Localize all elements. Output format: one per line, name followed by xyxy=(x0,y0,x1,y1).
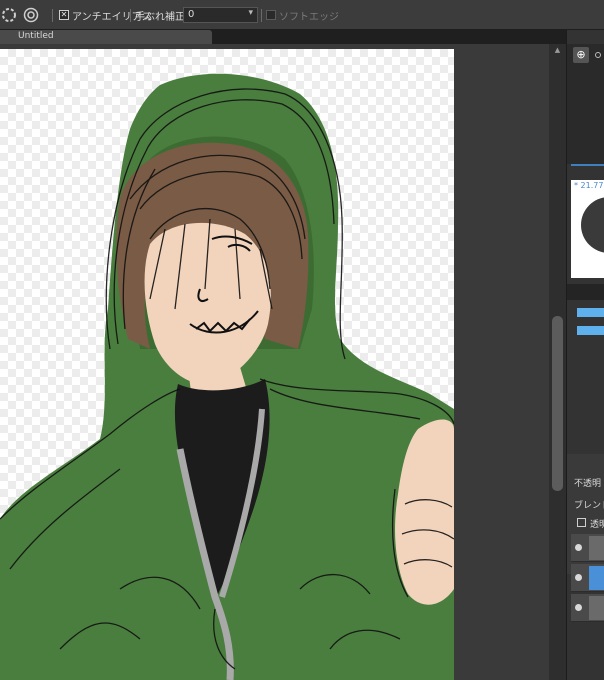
brush-size-label: * 21.77m xyxy=(574,181,604,190)
eye-icon[interactable] xyxy=(575,604,582,611)
brush-size-dot xyxy=(581,197,604,253)
artwork xyxy=(0,73,454,680)
color-swatch-bar[interactable] xyxy=(577,308,604,317)
vertical-scrollbar[interactable]: ▲ xyxy=(549,44,566,680)
scroll-up-arrow[interactable]: ▲ xyxy=(552,46,563,54)
drawing-canvas[interactable] xyxy=(0,49,454,680)
panel-accent-line xyxy=(571,164,604,166)
blend-mode-label[interactable]: ブレンド xyxy=(574,498,604,511)
stabilizer-value: 0 xyxy=(188,9,195,20)
scrollbar-thumb[interactable] xyxy=(552,316,563,491)
panel-divider xyxy=(567,284,604,300)
document-tab-bar: Untitled xyxy=(0,30,566,44)
document-tab-title: Untitled xyxy=(18,31,54,41)
eye-icon[interactable] xyxy=(575,574,582,581)
layer-row[interactable] xyxy=(571,594,604,622)
circle-settings-icon[interactable] xyxy=(0,6,18,24)
layer-row-selected[interactable] xyxy=(571,564,604,592)
zoom-icon[interactable]: ⊕ xyxy=(573,47,589,63)
lock-transparency-checkbox[interactable] xyxy=(577,518,586,527)
navigator-preview xyxy=(567,66,604,164)
paint-app-window: ✕ アンチエイリアス 手ぶれ補正 0 ▾ ソフトエッジ Untitled ▲ ⊕… xyxy=(0,0,604,680)
toolbar-divider xyxy=(261,9,262,22)
eye-icon[interactable] xyxy=(575,544,582,551)
chevron-down-icon: ▾ xyxy=(248,8,253,18)
navigator-header: ⊕ xyxy=(567,44,604,66)
opacity-label: 不透明 xyxy=(574,479,602,489)
brush-size-preview: * 21.77m xyxy=(571,180,604,278)
canvas-area: ▲ xyxy=(0,44,566,680)
color-swatch-bar[interactable] xyxy=(577,326,604,335)
tool-options-bar: ✕ アンチエイリアス 手ぶれ補正 0 ▾ ソフトエッジ xyxy=(0,0,604,30)
antialias-checkbox[interactable]: ✕ xyxy=(59,10,69,20)
stabilizer-select[interactable]: 0 ▾ xyxy=(183,7,258,23)
stabilizer-label: 手ぶれ補正 xyxy=(135,12,185,23)
layer-thumbnail xyxy=(589,566,604,590)
lock-transparency-label: 透明 xyxy=(590,520,604,530)
layer-row[interactable] xyxy=(571,534,604,562)
layer-thumbnail xyxy=(589,536,604,560)
layer-thumbnail xyxy=(589,596,604,620)
soft-edge-checkbox[interactable] xyxy=(266,10,276,20)
document-tab[interactable]: Untitled xyxy=(0,30,212,44)
right-panel: ⊕ * 21.77m 不透明 ブレンド 透明 xyxy=(566,30,604,680)
navigator-option-icon[interactable] xyxy=(595,52,601,58)
toolbar-divider xyxy=(130,9,131,22)
gear-icon[interactable] xyxy=(22,6,40,24)
toolbar-divider xyxy=(52,9,53,22)
soft-edge-label: ソフトエッジ xyxy=(279,12,339,23)
